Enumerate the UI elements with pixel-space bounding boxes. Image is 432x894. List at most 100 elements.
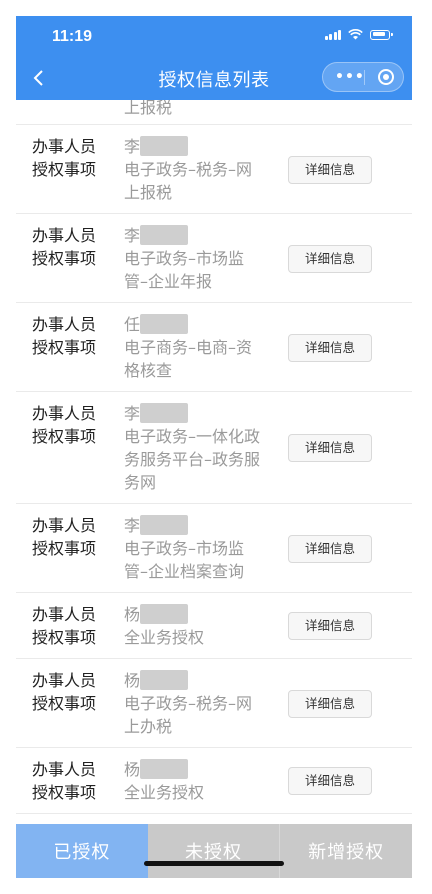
person-label: 办事人员 xyxy=(32,137,97,156)
detail-button[interactable]: 详细信息 xyxy=(288,535,372,563)
authorization-item-text: 全业务授权 xyxy=(124,783,205,802)
detail-button[interactable]: 详细信息 xyxy=(288,334,372,362)
battery-icon xyxy=(370,29,393,40)
person-name: 杨 xyxy=(124,669,274,692)
person-surname: 李 xyxy=(124,404,141,423)
item-label: 授权事项 xyxy=(32,160,97,179)
row-values: 李电子政务–税务–网 上报税 xyxy=(124,135,274,204)
item-label: 授权事项 xyxy=(32,427,97,446)
home-indicator xyxy=(144,861,284,866)
bottom-tabbar: 已授权 未授权 新增授权 xyxy=(16,824,412,878)
detail-button[interactable]: 详细信息 xyxy=(288,767,372,795)
person-surname: 李 xyxy=(124,226,141,245)
redacted-name-mask xyxy=(140,225,188,245)
row-values: 杨全业务授权 xyxy=(124,758,274,804)
person-label: 办事人员 xyxy=(32,605,97,624)
authorization-item-text: 电子商务–电商–资 xyxy=(124,338,253,357)
authorization-item-text: 上办税 xyxy=(124,717,173,736)
person-name: 李 xyxy=(124,402,274,425)
detail-button[interactable]: 详细信息 xyxy=(288,690,372,718)
person-label: 办事人员 xyxy=(32,315,97,334)
row-values: 任电子商务–电商–资 格核查 xyxy=(124,313,274,382)
authorization-item-text: 管–企业年报 xyxy=(124,272,213,291)
row-labels: 办事人员 授权事项 xyxy=(32,603,96,649)
person-label: 办事人员 xyxy=(32,671,97,690)
item-label: 授权事项 xyxy=(32,539,97,558)
list-item: 办事人员 授权事项杨全业务授权 详细信息 xyxy=(16,593,412,659)
row-labels: 办事人员 授权事项 xyxy=(32,135,96,181)
phone-screen: 11:19 授权信息列表 ••• 上报税 办事人员 授权事项李电子政务–税务–网上… xyxy=(16,16,412,878)
item-label: 授权事项 xyxy=(32,783,97,802)
detail-button[interactable]: 详细信息 xyxy=(288,612,372,640)
person-surname: 杨 xyxy=(124,760,141,779)
person-name: 杨 xyxy=(124,758,274,781)
redacted-name-mask xyxy=(140,515,188,535)
authorization-item-text: 全业务授权 xyxy=(124,628,205,647)
row-labels: 办事人员 授权事项 xyxy=(32,514,96,560)
status-time: 11:19 xyxy=(52,28,93,45)
row-labels: 办事人员 授权事项 xyxy=(32,313,96,359)
detail-button[interactable]: 详细信息 xyxy=(288,156,372,184)
redacted-name-mask xyxy=(140,314,188,334)
person-surname: 杨 xyxy=(124,605,141,624)
person-name: 任 xyxy=(124,313,274,336)
row-values: 李电子政务–市场监 管–企业年报 xyxy=(124,224,274,293)
row-labels: 办事人员 授权事项 xyxy=(32,669,96,715)
person-label: 办事人员 xyxy=(32,404,97,423)
redacted-name-mask xyxy=(140,670,188,690)
authorization-list: 上报税 办事人员 授权事项李电子政务–税务–网 上报税 详细信息 办事人员 授权事项李电子… xyxy=(16,100,412,824)
person-name: 李 xyxy=(124,224,274,247)
authorization-item-text: 电子政务–市场监 xyxy=(124,539,245,558)
signal-icon xyxy=(324,29,341,40)
row-labels: 办事人员 授权事项 xyxy=(32,402,96,448)
tab-authorized[interactable]: 已授权 xyxy=(16,824,148,878)
row-values: 李电子政务–市场监 管–企业档案查询 xyxy=(124,514,274,583)
redacted-name-mask xyxy=(140,604,188,624)
list-item: 办事人员 授权事项李电子政务–市场监 管–企业档案查询 详细信息 xyxy=(16,504,412,593)
authorization-item-text: 电子政务–税务–网 xyxy=(124,160,253,179)
person-surname: 李 xyxy=(124,137,141,156)
item-label: 授权事项 xyxy=(32,694,97,713)
status-icons xyxy=(324,29,393,40)
list-item: 办事人员授权事项 李电子政务–一体化政 务服务平台–政务服 务网 详细信息 xyxy=(16,392,412,504)
person-surname: 杨 xyxy=(124,671,141,690)
item-label: 授权事项 xyxy=(32,249,97,268)
list-item: 办事人员 授权事项李电子政务–税务–网 上报税 详细信息 xyxy=(16,125,412,214)
item-label: 授权事项 xyxy=(32,338,97,357)
list-item: 办事人员 授权事项杨全业务授权 详细信息 xyxy=(16,748,412,814)
tab-add-authorization[interactable]: 新增授权 xyxy=(279,824,412,878)
tab-unauthorized[interactable]: 未授权 xyxy=(147,824,280,878)
person-name: 李 xyxy=(124,135,274,158)
redacted-name-mask xyxy=(140,759,188,779)
detail-button[interactable]: 详细信息 xyxy=(288,434,372,462)
list-item: 办事人员 授权事项任电子商务–电商–资 格核查 详细信息 xyxy=(16,303,412,392)
more-button[interactable]: ••• xyxy=(335,70,365,84)
list-item: 办事人员 授权事项杨电子政务–税务–网 上办税 详细信息 xyxy=(16,659,412,748)
wifi-icon xyxy=(348,29,363,40)
redacted-name-mask xyxy=(140,136,188,156)
miniprogram-capsule: ••• xyxy=(322,62,404,92)
redacted-name-mask xyxy=(140,403,188,423)
partial-item-text: 上报税 xyxy=(124,100,173,117)
authorization-item-text: 务服务平台–政务服 xyxy=(124,450,261,469)
person-name: 杨 xyxy=(124,603,274,626)
item-label: 授权事项 xyxy=(32,628,97,647)
authorization-item-text: 务网 xyxy=(124,473,157,492)
list-item: 办事人员 授权事项李电子政务–市场监 管–企业年报 详细信息 xyxy=(16,214,412,303)
row-values: 杨全业务授权 xyxy=(124,603,274,649)
authorization-item-text: 电子政务–一体化政 xyxy=(124,427,261,446)
row-labels: 办事人员 授权事项 xyxy=(32,758,96,804)
authorization-item-text: 电子政务–市场监 xyxy=(124,249,245,268)
person-surname: 李 xyxy=(124,516,141,535)
authorization-item-text: 格核查 xyxy=(124,361,173,380)
authorization-item-text: 电子政务–税务–网 xyxy=(124,694,253,713)
authorization-item-text: 管–企业档案查询 xyxy=(124,562,245,581)
capsule-divider xyxy=(364,70,365,85)
row-values: 杨电子政务–税务–网 上办税 xyxy=(124,669,274,738)
close-target-icon[interactable] xyxy=(378,69,394,85)
authorization-item-text: 上报税 xyxy=(124,183,173,202)
person-label: 办事人员 xyxy=(32,226,97,245)
person-label: 办事人员 xyxy=(32,760,97,779)
detail-button[interactable]: 详细信息 xyxy=(288,245,372,273)
person-name: 李 xyxy=(124,514,274,537)
